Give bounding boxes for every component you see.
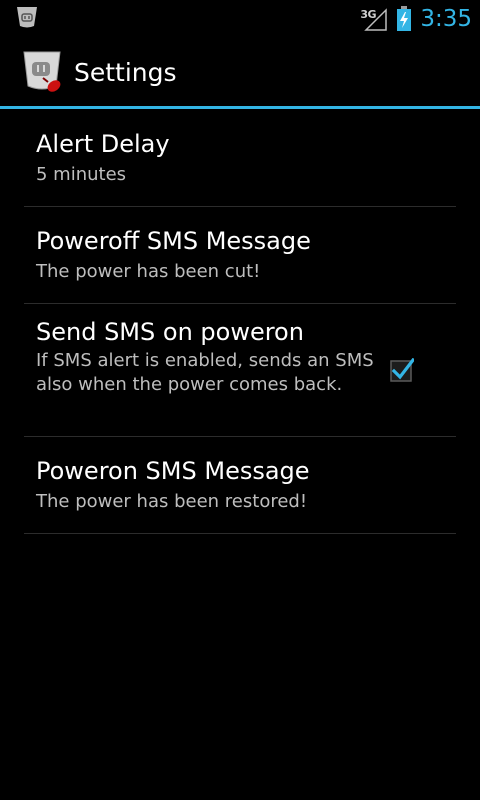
action-bar: Settings — [0, 38, 480, 106]
pref-alert-delay[interactable]: Alert Delay 5 minutes — [24, 109, 456, 207]
signal-3g-icon: 3G — [360, 6, 388, 32]
status-icons: 3G 3:35 — [360, 0, 472, 38]
status-bar: 3G 3:35 — [0, 0, 480, 38]
pref-send-sms-on-poweron[interactable]: Send SMS on poweron If SMS alert is enab… — [24, 304, 456, 437]
pref-title: Send SMS on poweron — [36, 318, 304, 346]
battery-charging-icon — [397, 6, 412, 31]
notification-plug-icon — [17, 7, 37, 28]
send-sms-checkbox[interactable] — [390, 358, 414, 382]
pref-summary: The power has been cut! — [36, 261, 261, 282]
preferences-list: Alert Delay 5 minutes Poweroff SMS Messa… — [24, 109, 456, 534]
status-clock: 3:35 — [420, 6, 472, 32]
pref-summary: The power has been restored! — [36, 491, 308, 512]
pref-title: Poweron SMS Message — [36, 457, 310, 485]
page-title: Settings — [74, 58, 177, 87]
pref-summary: 5 minutes — [36, 164, 127, 185]
pref-title: Alert Delay — [36, 130, 170, 158]
pref-summary: If SMS alert is enabled, sends an SMS al… — [36, 350, 374, 395]
pref-poweron-sms-message[interactable]: Poweron SMS Message The power has been r… — [24, 437, 456, 534]
app-plug-icon[interactable] — [20, 50, 64, 94]
pref-poweroff-sms-message[interactable]: Poweroff SMS Message The power has been … — [24, 207, 456, 304]
pref-title: Poweroff SMS Message — [36, 227, 311, 255]
